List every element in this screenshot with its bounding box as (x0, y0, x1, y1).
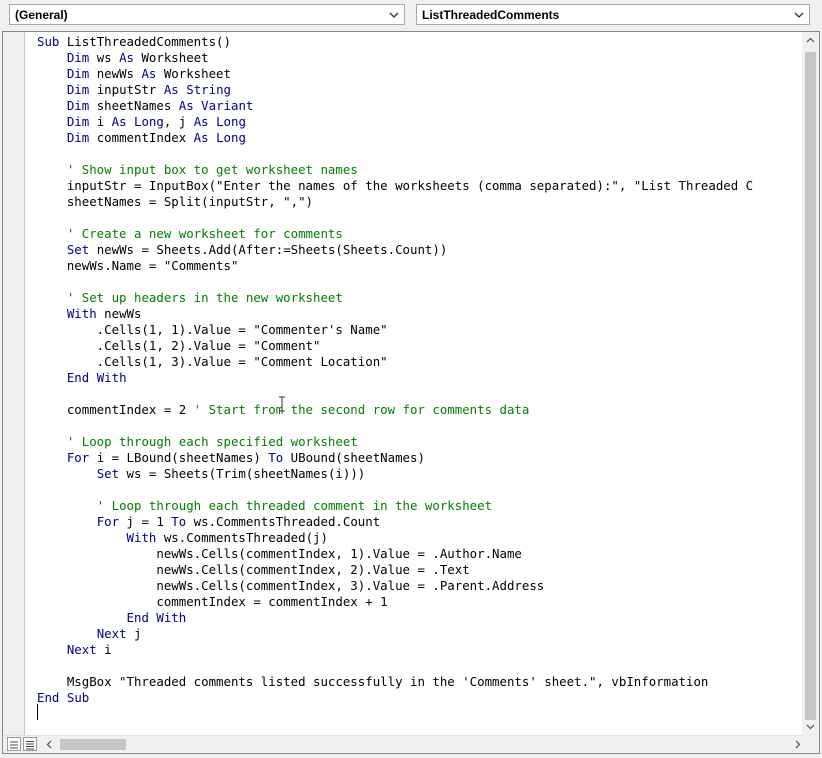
object-dropdown-value: (General) (15, 8, 68, 22)
code-line[interactable]: MsgBox "Threaded comments listed success… (37, 674, 709, 690)
procedure-view-icon[interactable] (7, 737, 21, 751)
scrollbar-corner (802, 735, 819, 753)
code-line[interactable]: .Cells(1, 3).Value = "Comment Location" (37, 354, 388, 370)
code-line[interactable]: commentIndex = commentIndex + 1 (37, 594, 387, 610)
text-caret (37, 704, 38, 720)
horizontal-scrollbar[interactable] (3, 735, 819, 753)
code-line[interactable]: Dim inputStr As String (37, 82, 231, 98)
code-line[interactable]: For i = LBound(sheetNames) To UBound(she… (37, 450, 425, 466)
procedure-dropdown[interactable]: ListThreadedComments (416, 4, 810, 25)
code-line[interactable]: sheetNames = Split(inputStr, ",") (37, 194, 313, 210)
chevron-down-icon[interactable] (792, 8, 806, 21)
arrow-up-icon[interactable] (802, 32, 819, 49)
code-line[interactable]: newWs.Cells(commentIndex, 3).Value = .Pa… (37, 578, 544, 594)
code-line[interactable]: Set newWs = Sheets.Add(After:=Sheets(She… (37, 242, 447, 258)
code-line[interactable]: .Cells(1, 1).Value = "Commenter's Name" (37, 322, 388, 338)
code-line[interactable]: ' Loop through each threaded comment in … (37, 498, 492, 514)
code-window: Sub ListThreadedComments() Dim ws As Wor… (2, 31, 820, 754)
horizontal-scroll-thumb[interactable] (60, 739, 126, 750)
procedure-dropdown-value: ListThreadedComments (422, 8, 560, 22)
object-dropdown[interactable]: (General) (9, 4, 405, 25)
code-line[interactable]: newWs.Cells(commentIndex, 1).Value = .Au… (37, 546, 522, 562)
arrow-left-icon[interactable] (41, 736, 58, 753)
code-line[interactable]: End With (37, 370, 127, 386)
code-line[interactable]: With ws.CommentsThreaded(j) (37, 530, 328, 546)
code-line[interactable]: Next j (37, 626, 142, 642)
code-line[interactable]: Dim newWs As Worksheet (37, 66, 231, 82)
code-line[interactable]: ' Loop through each specified worksheet (37, 434, 358, 450)
code-line[interactable]: ' Set up headers in the new worksheet (37, 290, 343, 306)
code-line[interactable]: Set ws = Sheets(Trim(sheetNames(i))) (37, 466, 366, 482)
code-line[interactable]: newWs.Name = "Comments" (37, 258, 239, 274)
code-line[interactable]: For j = 1 To ws.CommentsThreaded.Count (37, 514, 381, 530)
code-line[interactable]: Dim i As Long, j As Long (37, 114, 246, 130)
code-line[interactable]: newWs.Cells(commentIndex, 2).Value = .Te… (37, 562, 469, 578)
code-line[interactable]: ' Show input box to get worksheet names (37, 162, 358, 178)
code-line[interactable]: inputStr = InputBox("Enter the names of … (37, 178, 753, 194)
code-line[interactable]: End With (37, 610, 187, 626)
code-line[interactable]: End Sub (37, 690, 89, 706)
code-line[interactable]: Sub ListThreadedComments() (37, 34, 231, 50)
full-module-view-icon[interactable] (23, 737, 37, 751)
vertical-scroll-thumb[interactable] (805, 52, 816, 720)
arrow-down-icon[interactable] (802, 718, 819, 735)
ibeam-cursor-icon (278, 396, 286, 412)
code-line[interactable]: With newWs (37, 306, 142, 322)
margin-indicator-bar[interactable] (3, 32, 25, 735)
code-line[interactable]: Next i (37, 642, 112, 658)
code-editor[interactable]: Sub ListThreadedComments() Dim ws As Wor… (37, 32, 803, 735)
code-line[interactable]: Dim ws As Worksheet (37, 50, 209, 66)
code-line[interactable]: Dim sheetNames As Variant (37, 98, 254, 114)
code-line[interactable]: ' Create a new worksheet for comments (37, 226, 343, 242)
code-line[interactable]: .Cells(1, 2).Value = "Comment" (37, 338, 321, 354)
chevron-down-icon[interactable] (387, 8, 401, 21)
vertical-scrollbar[interactable] (802, 32, 819, 735)
procedure-bar: (General) ListThreadedComments (0, 0, 822, 31)
code-line[interactable]: Dim commentIndex As Long (37, 130, 246, 146)
